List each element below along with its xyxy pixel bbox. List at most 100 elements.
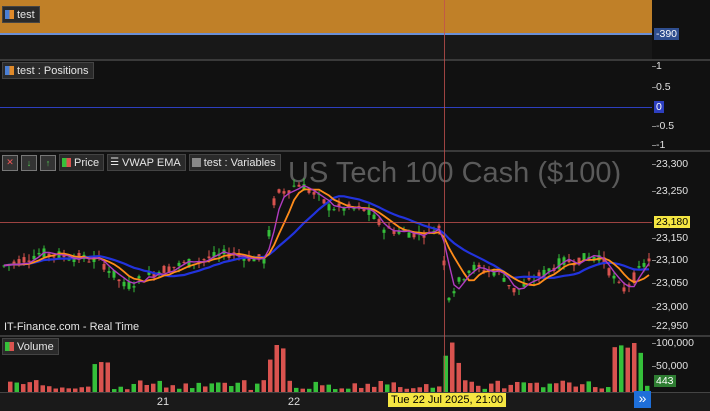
move-down-icon[interactable]: ↓ bbox=[21, 154, 37, 171]
legend-price[interactable]: Price bbox=[59, 154, 105, 171]
candle-body bbox=[297, 184, 301, 187]
candle-body bbox=[122, 281, 126, 287]
vwap-line bbox=[3, 195, 650, 280]
positions-axis: 1 0.5 0 -0.5 -1 bbox=[652, 60, 710, 151]
volume-bar bbox=[209, 383, 214, 392]
candle-body bbox=[407, 232, 411, 238]
candle-body bbox=[102, 264, 106, 270]
volume-bar bbox=[424, 384, 429, 392]
candle-body bbox=[512, 287, 516, 293]
legend-variables[interactable]: test : Variables bbox=[188, 154, 281, 171]
volume-bar bbox=[235, 382, 240, 392]
candle-body bbox=[167, 266, 171, 273]
volume-bar bbox=[92, 364, 97, 392]
candle-body bbox=[307, 190, 311, 193]
axis-tick: 50,000 bbox=[656, 360, 689, 372]
axis-tick: 23,250 bbox=[656, 185, 689, 197]
box-icon bbox=[191, 158, 201, 167]
volume-bar bbox=[21, 384, 26, 392]
indicator-icon bbox=[5, 66, 14, 75]
volume-chart[interactable] bbox=[0, 337, 652, 392]
volume-bar bbox=[131, 383, 136, 392]
axis-tick: 100,000 bbox=[656, 337, 694, 349]
candle-body bbox=[172, 266, 176, 268]
volume-pane-label: Volume bbox=[17, 340, 54, 353]
candle-body bbox=[282, 191, 286, 194]
move-up-icon[interactable]: ↑ bbox=[40, 154, 56, 171]
volume-bar bbox=[495, 380, 500, 392]
candle-body bbox=[292, 185, 296, 187]
candle-body bbox=[277, 189, 281, 193]
variables-line bbox=[3, 184, 650, 290]
price-crosshair-h bbox=[0, 222, 652, 223]
volume-bar bbox=[580, 384, 585, 392]
volume-bar bbox=[638, 352, 643, 392]
test-axis: -390 bbox=[652, 0, 710, 59]
candle-body bbox=[332, 209, 336, 211]
legend-vwap-ema[interactable]: ☰ VWAP EMA bbox=[107, 154, 186, 171]
crosshair-v bbox=[444, 0, 445, 392]
candle-body bbox=[22, 257, 26, 263]
candle-body bbox=[382, 229, 386, 233]
candle-body bbox=[182, 261, 186, 263]
candle-body bbox=[607, 268, 611, 276]
volume-bar bbox=[612, 347, 617, 392]
volume-bar bbox=[508, 384, 513, 392]
legend-variables-label: test : Variables bbox=[203, 156, 276, 169]
x-label-22: 22 bbox=[287, 396, 301, 408]
volume-bar bbox=[261, 380, 266, 392]
positions-pane-header[interactable]: test : Positions bbox=[2, 62, 94, 79]
volume-bar bbox=[463, 380, 468, 392]
positions-pane-label: test : Positions bbox=[17, 64, 89, 77]
candle-body bbox=[87, 261, 91, 263]
candle-body bbox=[117, 279, 121, 282]
axis-tick: -0.5 bbox=[656, 120, 675, 132]
volume-bar bbox=[27, 382, 32, 392]
legend-vwap-ema-label: VWAP EMA bbox=[122, 156, 181, 169]
axis-tick: 23,150 bbox=[656, 232, 689, 244]
axis-tick: 22,950 bbox=[656, 320, 689, 332]
test-pane-header[interactable]: test bbox=[2, 6, 40, 23]
volume-bar bbox=[287, 380, 292, 392]
candle-body bbox=[502, 278, 506, 282]
price-axis[interactable]: 23,300 23,250 23,150 23,100 23,050 23,00… bbox=[652, 152, 710, 335]
candle-body bbox=[202, 259, 206, 261]
volume-bar bbox=[632, 343, 637, 392]
candles-icon bbox=[62, 158, 71, 167]
volume-bar bbox=[242, 380, 247, 392]
volume-bar bbox=[255, 383, 260, 392]
positions-zero-line bbox=[0, 107, 652, 108]
volume-bar bbox=[619, 345, 624, 392]
price-toolbar: ✕ ↓ ↑ Price ☰ VWAP EMA test : Variables bbox=[2, 154, 281, 171]
candle-body bbox=[617, 281, 621, 283]
volume-bar bbox=[105, 362, 110, 392]
positions-value-tag: 0 bbox=[654, 101, 664, 113]
candle-body bbox=[447, 297, 451, 301]
candle-body bbox=[127, 281, 131, 289]
volume-bar bbox=[151, 383, 156, 392]
candle-body bbox=[132, 286, 136, 288]
volume-bar bbox=[534, 382, 539, 392]
candle-body bbox=[52, 256, 56, 258]
volume-bar bbox=[450, 342, 455, 392]
scroll-right-button[interactable]: » bbox=[634, 391, 651, 408]
volume-bar bbox=[170, 385, 175, 392]
volume-bar bbox=[320, 385, 325, 392]
candle-body bbox=[37, 252, 41, 255]
price-chart[interactable] bbox=[0, 152, 652, 335]
volume-bar bbox=[567, 382, 572, 392]
volume-bar bbox=[183, 383, 188, 392]
volume-bar bbox=[157, 380, 162, 392]
volume-pane-header[interactable]: Volume bbox=[2, 338, 59, 355]
volume-bar bbox=[521, 382, 526, 392]
volume-bar bbox=[99, 362, 104, 392]
x-axis[interactable] bbox=[0, 392, 710, 411]
volume-bar bbox=[8, 381, 13, 392]
candle-body bbox=[312, 192, 316, 195]
volume-bar bbox=[14, 382, 19, 392]
close-icon[interactable]: ✕ bbox=[2, 154, 18, 171]
axis-tick: 1 bbox=[656, 60, 662, 72]
volume-bar bbox=[365, 383, 370, 392]
test-pane bbox=[0, 0, 652, 33]
volume-icon bbox=[5, 342, 14, 351]
